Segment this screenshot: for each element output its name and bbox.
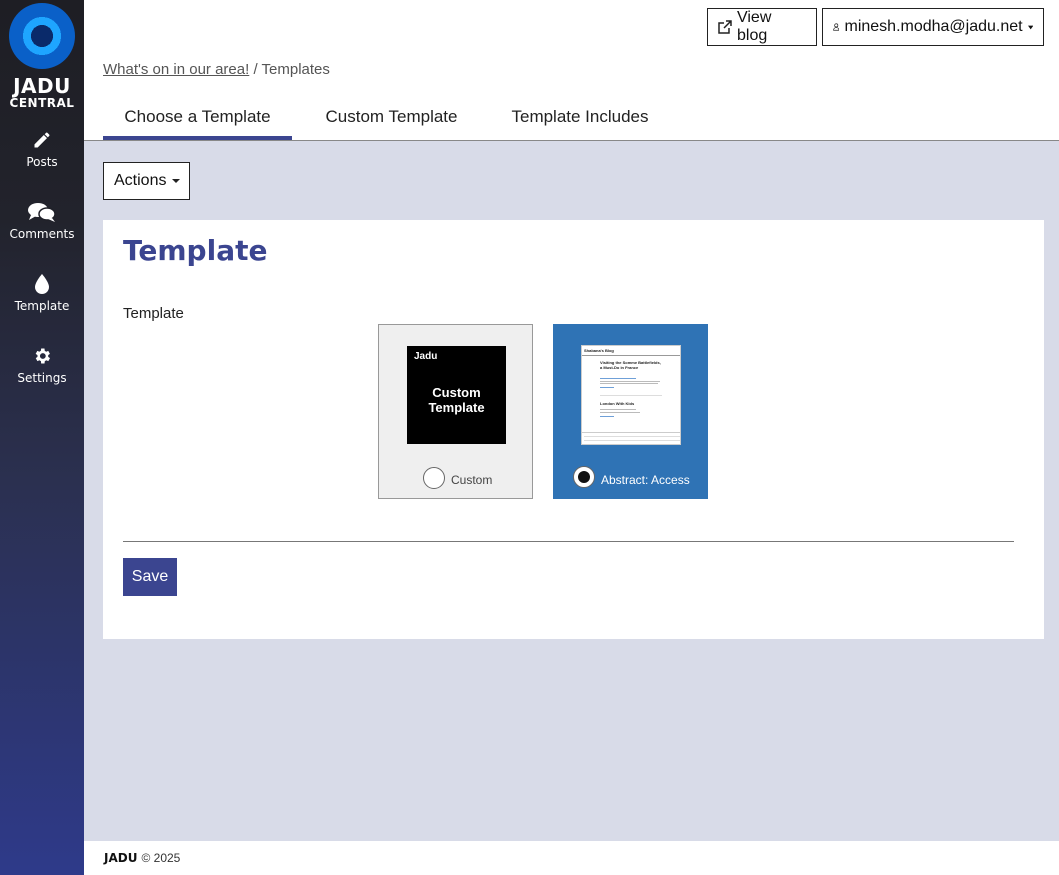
- thumbnail-post-title-2: London With Kids: [600, 401, 635, 406]
- thumbnail-brand: Jadu: [414, 351, 438, 362]
- thumbnail-link: [600, 387, 614, 388]
- thumbnail-link: [600, 416, 614, 417]
- thumbnail-divider: [600, 395, 662, 396]
- abstract-access-radio[interactable]: [573, 466, 595, 488]
- sidebar-item-posts[interactable]: Posts: [0, 130, 84, 171]
- user-icon: [833, 23, 840, 31]
- tab-bar: Choose a Template Custom Template Templa…: [84, 100, 1059, 141]
- thumbnail-text-line: [600, 412, 640, 413]
- footer-copyright: © 2025: [141, 851, 181, 865]
- sidebar-item-label: Settings: [17, 371, 67, 385]
- abstract-access-label: Abstract: Access: [601, 473, 690, 487]
- tab-choose-a-template[interactable]: Choose a Template: [103, 100, 292, 140]
- template-option-abstract-access[interactable]: Shabana's Blog Visiting the Somme Battle…: [553, 324, 708, 499]
- thumbnail-text-line: [600, 383, 658, 384]
- droplet-icon: [35, 274, 49, 294]
- form-divider: [123, 541, 1014, 542]
- caret-down-icon: [1027, 25, 1033, 29]
- breadcrumb-parent-link[interactable]: What's on in our area!: [103, 61, 249, 78]
- caret-down-icon: [172, 179, 181, 183]
- sidebar-item-template[interactable]: Template: [0, 274, 84, 315]
- main-content: Actions Template Template Jadu Custom Te…: [84, 141, 1059, 841]
- custom-radio[interactable]: [423, 467, 445, 489]
- abstract-template-thumbnail: Shabana's Blog Visiting the Somme Battle…: [581, 345, 681, 445]
- user-menu-button[interactable]: minesh.modha@jadu.net: [822, 8, 1044, 46]
- save-button[interactable]: Save: [123, 558, 177, 596]
- view-blog-label: View blog: [736, 9, 772, 44]
- sidebar-item-label: Posts: [26, 155, 58, 169]
- template-option-custom[interactable]: Jadu Custom Template Custom: [378, 324, 533, 499]
- thumbnail-rule: [582, 355, 680, 356]
- sidebar-item-label: Comments: [9, 227, 75, 241]
- tab-template-includes[interactable]: Template Includes: [495, 100, 665, 140]
- sidebar-item-label: Template: [14, 299, 70, 313]
- thumbnail-link: [600, 378, 636, 379]
- sidebar-item-comments[interactable]: Comments: [0, 202, 84, 243]
- actions-dropdown-button[interactable]: Actions: [103, 162, 190, 200]
- thumbnail-footer-rule: [582, 432, 680, 433]
- comments-icon: [28, 203, 56, 222]
- pencil-icon: [34, 132, 50, 148]
- sidebar: JADU CENTRAL Posts Comments Template Set…: [0, 0, 84, 875]
- external-link-icon: [718, 20, 732, 34]
- breadcrumb-separator: /: [253, 61, 258, 78]
- tab-custom-template[interactable]: Custom Template: [310, 100, 473, 140]
- thumbnail-blog-header: Shabana's Blog: [584, 348, 614, 353]
- breadcrumb-current: Templates: [261, 61, 330, 78]
- logo-text-jadu: JADU: [13, 74, 71, 98]
- thumbnail-text-line: [600, 381, 660, 382]
- thumbnail-text-line: [600, 409, 636, 410]
- thumbnail-post-title-1: Visiting the Somme Battlefields, a Must-…: [600, 360, 661, 370]
- user-email: minesh.modha@jadu.net: [844, 18, 1023, 35]
- template-card: Template Template Jadu Custom Template C…: [103, 220, 1044, 639]
- gear-icon: [35, 348, 50, 364]
- actions-label: Actions: [114, 172, 167, 189]
- breadcrumb: What's on in our area! / Templates: [103, 61, 330, 78]
- thumbnail-footer-line: [584, 436, 680, 437]
- template-field-label: Template: [123, 305, 184, 322]
- footer-brand: JADU: [104, 851, 138, 865]
- page-title: Template: [123, 234, 268, 267]
- logo-text-central: CENTRAL: [9, 96, 75, 110]
- custom-label: Custom: [451, 473, 493, 487]
- thumbnail-footer-line: [584, 440, 680, 441]
- footer: JADU © 2025: [84, 841, 1059, 875]
- thumbnail-text: Custom Template: [428, 385, 485, 415]
- view-blog-button[interactable]: View blog: [707, 8, 817, 46]
- sidebar-item-settings[interactable]: Settings: [0, 346, 84, 387]
- jadu-logo-icon[interactable]: [9, 3, 75, 69]
- custom-template-thumbnail: Jadu Custom Template: [407, 346, 506, 444]
